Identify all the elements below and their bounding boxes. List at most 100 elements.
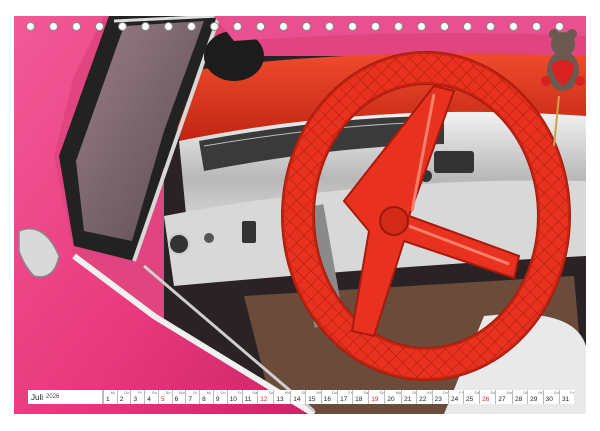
day-cell: 23 Do (431, 390, 448, 404)
day-cell: 21 Di (401, 390, 416, 404)
day-cell: 7 Di (185, 390, 199, 404)
day-number: 17 (340, 396, 348, 403)
day-number: 1 (106, 396, 110, 403)
day-number: 14 (293, 396, 301, 403)
binding-ring (302, 22, 311, 31)
day-number: 16 (323, 396, 331, 403)
binding-ring (486, 22, 495, 31)
day-number: 24 (451, 396, 459, 403)
binding-ring (256, 22, 265, 31)
day-weekday: Fr (138, 390, 142, 395)
day-cell: 10 Fr (226, 390, 242, 404)
binding-ring (348, 22, 357, 31)
binding-ring (187, 22, 196, 31)
day-cell: 11 Sa (241, 390, 257, 404)
day-number: 28 (515, 396, 523, 403)
day-cell: 27 Mo (495, 390, 512, 404)
day-number: 30 (545, 396, 553, 403)
day-cells: 1 Mi 2 Do 3 Fr 4 Sa 5 So 6 Mo 7 Di 8 Mi 9 Do 10 Fr 11 Sa 12 So 1… (103, 390, 574, 404)
day-weekday: Do (220, 390, 226, 395)
day-cell: 8 Mi (199, 390, 213, 404)
day-cell: 25 Sa (463, 390, 479, 404)
day-weekday: Do (124, 390, 130, 395)
binding-ring (325, 22, 334, 31)
day-cell: 29 Mi (527, 390, 543, 404)
day-number: 6 (174, 396, 179, 403)
day-cell: 14 Di (290, 390, 305, 404)
day-cell: 3 Fr (130, 390, 144, 404)
day-number: 12 (260, 396, 268, 403)
day-number: 4 (147, 396, 151, 403)
day-cell: 17 Fr (337, 390, 352, 404)
binding-ring (509, 22, 518, 31)
day-weekday: Di (193, 390, 197, 395)
day-number: 13 (276, 396, 284, 403)
day-number: 21 (404, 396, 412, 403)
day-cell: 9 Do (212, 390, 227, 404)
day-number: 18 (355, 396, 363, 403)
day-cell: 15 Mi (305, 390, 321, 404)
binding-ring (95, 22, 104, 31)
knob-icon (168, 233, 190, 255)
month-name: Juli (31, 392, 44, 402)
day-number: 25 (466, 396, 474, 403)
day-number: 11 (244, 396, 252, 403)
binding-ring (440, 22, 449, 31)
day-number: 19 (371, 396, 379, 403)
day-cell: 5 So (157, 390, 172, 404)
day-cell: 30 Do (542, 390, 559, 404)
day-cell: 4 Sa (144, 390, 158, 404)
binding-ring (164, 22, 173, 31)
day-cell: 1 Mi (103, 390, 117, 404)
day-cell: 31 Fr (558, 390, 574, 404)
binding-ring (141, 22, 150, 31)
car-interior-photo (14, 16, 586, 414)
day-number: 22 (419, 396, 427, 403)
binding-ring (555, 22, 564, 31)
day-cell: 22 Mi (416, 390, 432, 404)
day-number: 3 (133, 396, 138, 403)
day-cell: 2 Do (116, 390, 131, 404)
calendar-page: Juli 2026 1 Mi 2 Do 3 Fr 4 Sa 5 So 6 Mo 7 Di 8 Mi 9 Do 10 F… (0, 0, 600, 431)
binding-ring (210, 22, 219, 31)
binding-ring (118, 22, 127, 31)
day-weekday: Mo (179, 390, 185, 395)
day-number: 26 (482, 396, 490, 403)
binding-ring (279, 22, 288, 31)
day-cell: 6 Mo (171, 390, 186, 404)
binding-ring (463, 22, 472, 31)
photo-illustration (14, 16, 586, 414)
binding-ring (49, 22, 58, 31)
day-cell: 13 Mo (273, 390, 290, 404)
day-number: 2 (119, 396, 124, 403)
binding-ring (417, 22, 426, 31)
spiral-binding (0, 22, 600, 36)
day-number: 27 (498, 396, 506, 403)
month-year: 2026 (46, 394, 60, 400)
day-cell: 12 So (257, 390, 273, 404)
lighter-icon (242, 221, 256, 243)
day-number: 15 (308, 396, 316, 403)
day-weekday: Mi (206, 390, 211, 395)
day-cell: 26 So (479, 390, 495, 404)
binding-ring (394, 22, 403, 31)
day-number: 7 (188, 396, 193, 403)
day-number: 29 (530, 396, 538, 403)
day-weekday: Fr (570, 390, 574, 395)
calendar-strip: Juli 2026 1 Mi 2 Do 3 Fr 4 Sa 5 So 6 Mo 7 Di 8 Mi 9 Do 10 F… (28, 390, 574, 404)
day-number: 31 (561, 396, 570, 403)
day-cell: 19 So (368, 390, 384, 404)
day-cell: 20 Mo (384, 390, 401, 404)
day-number: 8 (202, 396, 206, 403)
day-weekday: So (165, 390, 171, 395)
day-cell: 24 Fr (448, 390, 463, 404)
binding-ring (26, 22, 35, 31)
binding-ring (532, 22, 541, 31)
day-cell: 18 Sa (352, 390, 368, 404)
day-weekday: Sa (151, 390, 157, 395)
day-number: 23 (434, 396, 442, 403)
day-number: 10 (229, 396, 237, 403)
binding-ring (233, 22, 242, 31)
day-number: 5 (160, 396, 165, 403)
binding-ring (371, 22, 380, 31)
